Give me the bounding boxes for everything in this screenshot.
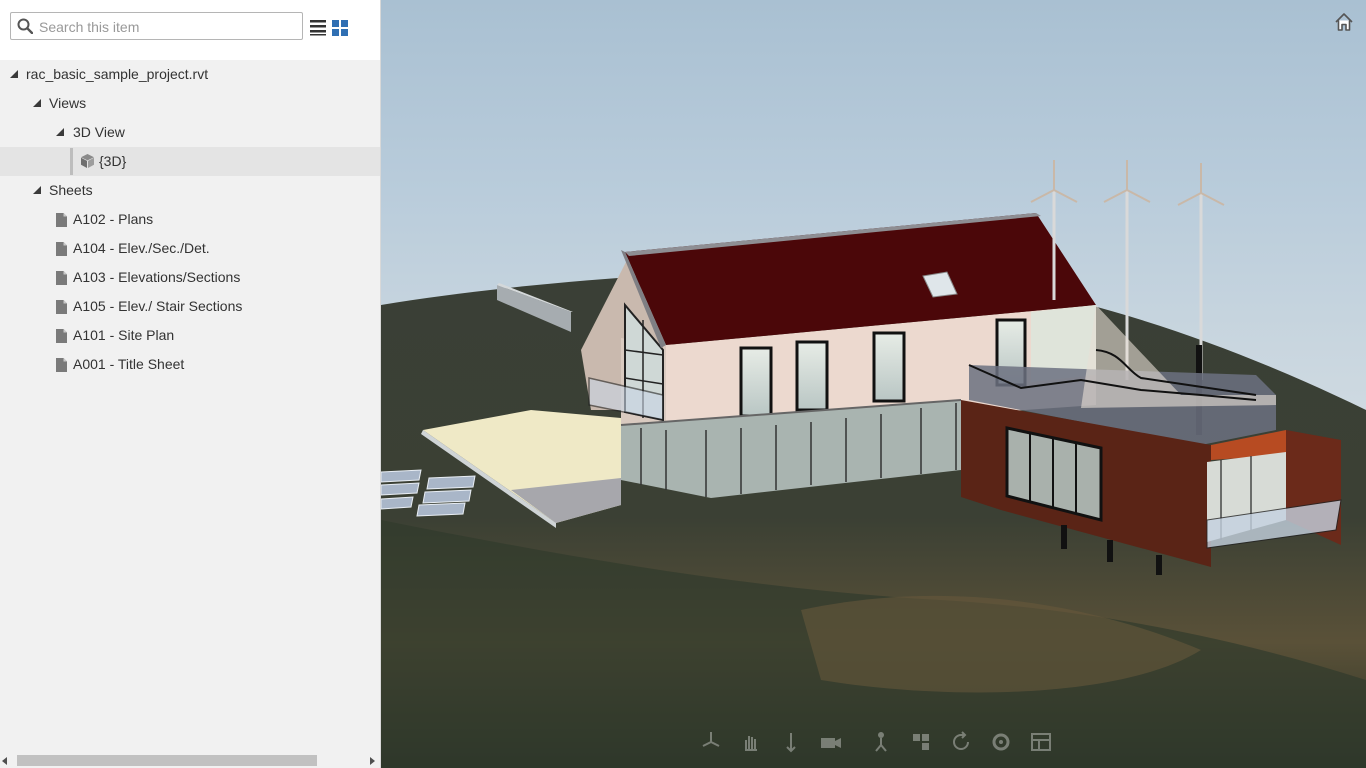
sheet-item-label: A103 - Elevations/Sections (73, 269, 241, 285)
search-box[interactable] (10, 12, 303, 40)
tree-node-3d-view-group[interactable]: 3D View (0, 118, 380, 147)
cube-icon (81, 154, 94, 168)
document-icon (56, 300, 67, 314)
horizontal-scrollbar[interactable] (0, 753, 380, 768)
sheet-item[interactable]: A103 - Elevations/Sections (0, 263, 380, 292)
tree-node-views[interactable]: Views (0, 89, 380, 118)
pan-icon[interactable] (739, 730, 763, 754)
document-icon (56, 213, 67, 227)
model-browser-panel: rac_basic_sample_project.rvt Views 3D Vi… (0, 0, 381, 768)
search-icon (17, 18, 33, 34)
sheet-item-label: A105 - Elev./ Stair Sections (73, 298, 243, 314)
walk-icon[interactable] (869, 730, 893, 754)
home-icon[interactable] (1334, 12, 1354, 32)
sheet-item[interactable]: A102 - Plans (0, 205, 380, 234)
sheet-item[interactable]: A105 - Elev./ Stair Sections (0, 292, 380, 321)
sheet-item[interactable]: A101 - Site Plan (0, 321, 380, 350)
document-icon (56, 358, 67, 372)
app-window: rac_basic_sample_project.rvt Views 3D Vi… (0, 0, 1366, 768)
model-tree: rac_basic_sample_project.rvt Views 3D Vi… (0, 60, 380, 379)
sheet-item-label: A101 - Site Plan (73, 327, 175, 343)
tree-node-3d-view-item[interactable]: {3D} (0, 147, 380, 176)
tree-node-label: {3D} (99, 153, 127, 169)
3d-viewer-canvas[interactable] (381, 0, 1366, 768)
list-view-icon[interactable] (310, 19, 326, 36)
document-icon (56, 329, 67, 343)
expand-caret-icon[interactable] (33, 186, 41, 194)
settings-icon[interactable] (989, 730, 1013, 754)
camera-icon[interactable] (819, 730, 843, 754)
search-input[interactable] (37, 16, 301, 38)
sheet-item-label: A102 - Plans (73, 211, 154, 227)
orbit-icon[interactable] (699, 730, 723, 754)
sheet-item[interactable]: A104 - Elev./Sec./Det. (0, 234, 380, 263)
zoom-icon[interactable] (779, 730, 803, 754)
sheet-item-label: A104 - Elev./Sec./Det. (73, 240, 210, 256)
expand-caret-icon[interactable] (33, 99, 41, 107)
document-icon (56, 271, 67, 285)
scrollbar-thumb[interactable] (17, 755, 317, 766)
search-bar (0, 0, 380, 60)
explode-icon[interactable] (909, 730, 933, 754)
tree-node-label: Sheets (49, 182, 93, 198)
model-browser-icon[interactable] (1029, 730, 1053, 754)
reset-icon[interactable] (949, 730, 973, 754)
expand-caret-icon[interactable] (10, 70, 18, 78)
tree-node-label: 3D View (73, 124, 125, 140)
tree-node-label: rac_basic_sample_project.rvt (26, 66, 209, 82)
3d-model-render (381, 160, 1366, 768)
document-icon (56, 242, 67, 256)
expand-caret-icon[interactable] (56, 128, 64, 136)
scroll-right-arrow-icon[interactable] (370, 757, 375, 765)
sheet-item[interactable]: A001 - Title Sheet (0, 350, 380, 379)
tree-node-root[interactable]: rac_basic_sample_project.rvt (0, 60, 380, 89)
tree-node-sheets[interactable]: Sheets (0, 176, 380, 205)
sheet-item-label: A001 - Title Sheet (73, 356, 185, 372)
grid-view-icon[interactable] (332, 19, 348, 36)
tree-node-label: Views (49, 95, 87, 111)
scroll-left-arrow-icon[interactable] (2, 757, 7, 765)
